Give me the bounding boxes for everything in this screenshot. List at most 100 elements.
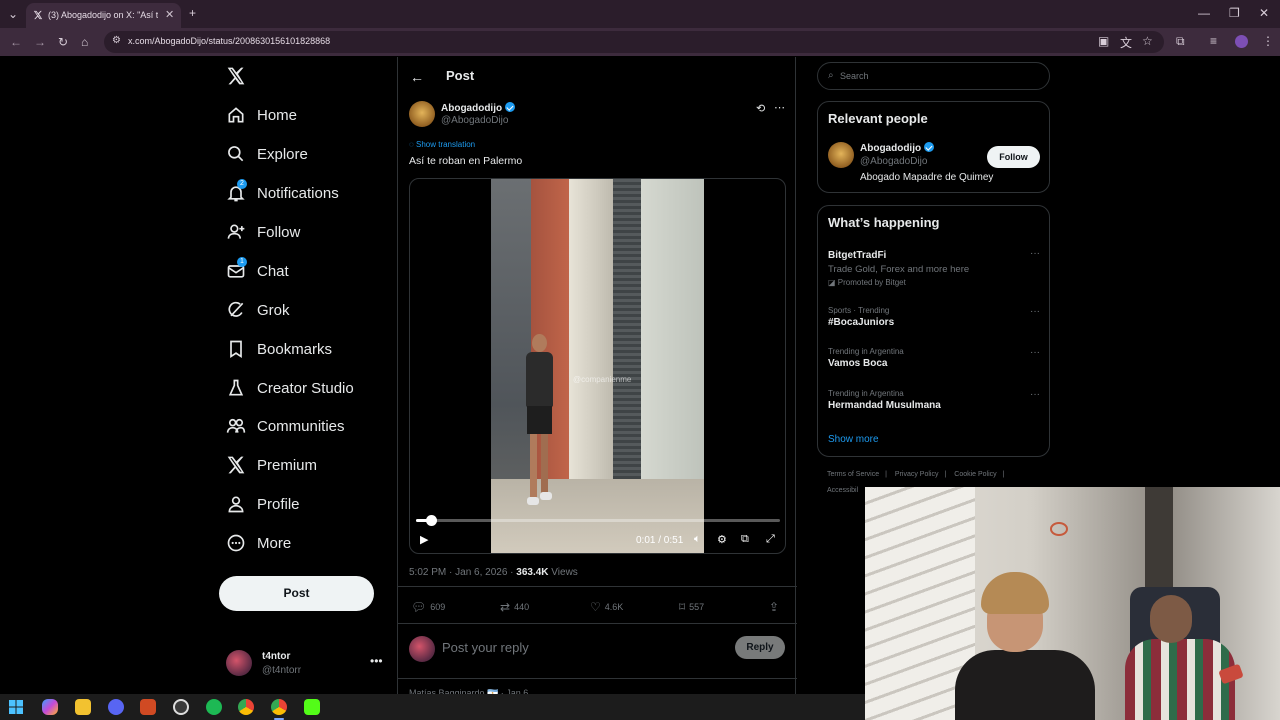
show-more-link[interactable]: Show more: [828, 434, 879, 445]
like-action[interactable]: ♡ 4.6K: [590, 600, 623, 614]
trend-context: Trending in Argentina: [828, 389, 904, 398]
spotify-icon[interactable]: [206, 699, 222, 715]
url-text: x.com/AbogadoDijo/status/200863015610182…: [128, 36, 331, 46]
translate-icon[interactable]: 文: [1120, 34, 1132, 51]
account-name: t4ntor: [262, 651, 291, 662]
file-explorer-icon[interactable]: [75, 699, 91, 715]
menu-icon[interactable]: ⋮: [1262, 34, 1274, 48]
search-input[interactable]: ⌕ Search: [817, 62, 1050, 90]
obs-icon[interactable]: [173, 699, 189, 715]
video-scrubber-handle[interactable]: [426, 515, 437, 526]
author-handle[interactable]: @AbogadoDijo: [441, 115, 508, 126]
back-icon[interactable]: ←: [10, 35, 22, 49]
play-icon[interactable]: ▶: [420, 533, 428, 546]
footer-privacy[interactable]: Privacy Policy: [895, 471, 939, 478]
chrome-icon[interactable]: [238, 699, 254, 715]
whats-happening-panel: What’s happening BitgetTradFi Trade Gold…: [817, 205, 1050, 457]
sidebar-item-follow[interactable]: Follow: [226, 218, 386, 248]
trend-item[interactable]: Sports · Trending #BocaJuniors ···: [828, 306, 1040, 328]
account-switcher[interactable]: t4ntor @t4ntorr •••: [226, 648, 386, 680]
home-browser-icon[interactable]: ⌂: [81, 35, 88, 49]
relevant-person-handle[interactable]: @AbogadoDijo: [860, 156, 927, 167]
copilot-icon[interactable]: [42, 699, 58, 715]
discord-icon[interactable]: [108, 699, 124, 715]
person-add-icon: [227, 224, 245, 239]
sidebar-item-bookmarks[interactable]: Bookmarks: [226, 335, 386, 365]
video-player[interactable]: @companienme ▶ 0:01 / 0:51 🔈︎ ⚙ ⧉ ⤢: [409, 178, 786, 554]
bookmark-action[interactable]: ⌑ 557: [679, 600, 704, 614]
trend-more-icon[interactable]: ···: [1030, 248, 1040, 259]
url-field[interactable]: ⚙ x.com/AbogadoDijo/status/2008630156101…: [104, 31, 1164, 53]
footer-cookie[interactable]: Cookie Policy: [954, 471, 996, 478]
settings-icon[interactable]: ⚙: [717, 533, 727, 546]
sidebar-item-profile[interactable]: Profile: [226, 490, 386, 520]
video-frame[interactable]: @companienme: [491, 179, 704, 553]
sidebar-item-creator-studio[interactable]: Creator Studio: [226, 374, 386, 404]
back-arrow-icon[interactable]: ←: [410, 69, 424, 85]
volume-icon[interactable]: 🔈︎: [694, 533, 701, 546]
post-timestamp[interactable]: 5:02 PM · Jan 6, 2026 ·: [409, 567, 516, 578]
new-tab-icon[interactable]: +: [189, 6, 196, 20]
promoted-label: ◪ Promoted by Bitget: [828, 278, 1040, 287]
sidebar-item-home[interactable]: Home: [226, 101, 386, 131]
sidebar-item-explore[interactable]: Explore: [226, 140, 386, 170]
sidebar-item-communities[interactable]: Communities: [226, 412, 386, 442]
reply-action[interactable]: 💬︎ 609: [411, 600, 445, 614]
sidebar-item-chat[interactable]: 1 Chat: [226, 257, 386, 287]
x-logo-icon[interactable]: [226, 66, 246, 86]
kick-icon[interactable]: [304, 699, 320, 715]
profile-avatar[interactable]: [1235, 35, 1248, 48]
close-window-icon[interactable]: ✕: [1259, 6, 1269, 20]
sidebar-item-label: Explore: [257, 146, 308, 163]
sidebar-item-premium[interactable]: Premium: [226, 451, 386, 481]
app-icon[interactable]: [140, 699, 156, 715]
author-name-row[interactable]: Abogadodijo: [441, 102, 516, 114]
site-info-icon[interactable]: ⚙: [112, 35, 121, 46]
footer-terms[interactable]: Terms of Service: [827, 471, 879, 478]
post-button[interactable]: Post: [219, 576, 374, 611]
tab-list-icon[interactable]: ⌄: [8, 7, 18, 21]
sidebar-item-notifications[interactable]: 2 Notifications: [226, 179, 386, 209]
forward-icon[interactable]: →: [34, 35, 46, 49]
minimize-icon[interactable]: —: [1198, 6, 1210, 20]
reading-list-icon[interactable]: ≡: [1210, 34, 1217, 48]
pip-icon[interactable]: ⧉: [741, 533, 749, 546]
reload-icon[interactable]: ↻: [58, 35, 68, 49]
repost-action[interactable]: ⇄ 440: [500, 600, 529, 614]
trend-name: Vamos Boca: [828, 358, 888, 369]
trend-item[interactable]: Trending in Argentina Vamos Boca ···: [828, 347, 1040, 369]
restore-icon[interactable]: ❐: [1229, 6, 1240, 20]
trend-more-icon[interactable]: ···: [1030, 347, 1040, 358]
video-progress-bar[interactable]: [416, 515, 780, 526]
cast-icon[interactable]: ▣: [1098, 34, 1109, 48]
trend-item[interactable]: BitgetTradFi Trade Gold, Forex and more …: [828, 248, 1040, 287]
footer-accessibility[interactable]: Accessibil: [827, 487, 858, 494]
trend-more-icon[interactable]: ···: [1030, 306, 1040, 317]
avatar[interactable]: [828, 142, 854, 168]
relevant-person-name-row[interactable]: Abogadodijo: [860, 142, 935, 154]
repost-icon: ⇄: [500, 600, 511, 614]
post-more-icon[interactable]: ⋯: [774, 101, 785, 114]
verified-badge-icon: [505, 102, 516, 112]
fullscreen-icon[interactable]: ⤢: [766, 533, 775, 546]
sidebar-item-more[interactable]: More: [226, 529, 386, 559]
windows-start-icon[interactable]: [8, 699, 24, 715]
follow-button[interactable]: Follow: [987, 146, 1040, 168]
grok-explain-icon[interactable]: ⟲: [756, 102, 765, 115]
author-avatar[interactable]: [409, 101, 435, 127]
extensions-icon[interactable]: ⧉: [1176, 34, 1185, 49]
tab-close-icon[interactable]: ✕: [165, 8, 174, 21]
sidebar-item-grok[interactable]: Grok: [226, 296, 386, 326]
chrome-active-icon[interactable]: [271, 699, 287, 715]
show-translation-link[interactable]: ◌ Show translation: [409, 140, 475, 149]
page-title: Post: [446, 68, 475, 83]
trend-item[interactable]: Trending in Argentina Hermandad Musulman…: [828, 389, 1040, 411]
trend-more-icon[interactable]: ···: [1030, 389, 1040, 400]
share-action[interactable]: ⇪: [769, 600, 783, 614]
reply-button[interactable]: Reply: [735, 636, 785, 659]
heart-icon: ♡: [590, 600, 601, 614]
star-icon[interactable]: ☆: [1142, 34, 1153, 48]
reply-input[interactable]: Post your reply: [442, 640, 529, 655]
browser-tab[interactable]: (3) Abogadodijo on X: "Así te r ✕: [26, 3, 181, 28]
more-dots-icon[interactable]: •••: [370, 654, 383, 668]
